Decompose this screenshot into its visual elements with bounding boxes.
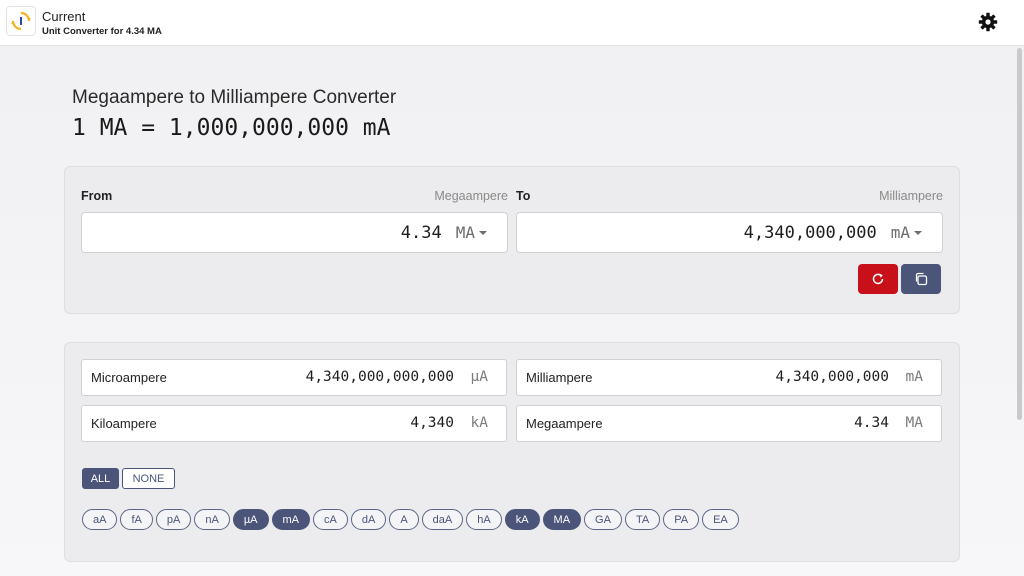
app-logo [6, 6, 36, 36]
result-row: Megaampere 4.34 MA [516, 405, 942, 442]
app-title: Current [42, 9, 86, 24]
result-row: Kiloampere 4,340 kA [81, 405, 507, 442]
unit-chip-cA[interactable]: cA [313, 509, 348, 530]
to-value[interactable]: 4,340,000,000 [744, 223, 877, 243]
result-unit: mA [905, 369, 923, 385]
unit-chip-mA[interactable]: mA [271, 509, 310, 530]
result-name: Milliampere [526, 370, 593, 385]
unit-chip-TA[interactable]: TA [624, 509, 661, 530]
from-unit-name: Megaampere [434, 189, 508, 203]
result-name: Microampere [91, 370, 167, 385]
result-value: 4,340,000,000,000 [305, 369, 454, 385]
conversion-formula: 1 MA = 1,000,000,000 mA [72, 115, 391, 141]
result-name: Megaampere [526, 416, 603, 431]
from-input[interactable]: 4.34 MA [81, 212, 508, 253]
result-value: 4,340,000,000 [775, 369, 890, 385]
result-unit: MA [905, 415, 923, 431]
result-row: Microampere 4,340,000,000,000 µA [81, 359, 507, 396]
result-unit: µA [470, 369, 488, 385]
unit-chip-kA[interactable]: kA [504, 509, 540, 530]
unit-chip-nA[interactable]: nA [194, 509, 230, 530]
settings-button[interactable] [976, 10, 1000, 34]
unit-chip-pA[interactable]: pA [155, 509, 192, 530]
unit-chip-hA[interactable]: hA [466, 509, 502, 530]
refresh-icon [872, 273, 884, 285]
to-input[interactable]: 4,340,000,000 mA [516, 212, 943, 253]
unit-chip-aA[interactable]: aA [82, 509, 118, 530]
unit-chip-list: aA fA pA nA µA mA cA dA A daA hA kA MA G… [82, 509, 739, 530]
unit-chip-daA[interactable]: daA [421, 509, 464, 530]
chevron-down-icon[interactable] [479, 230, 487, 235]
from-label: From [81, 189, 113, 203]
result-name: Kiloampere [91, 416, 157, 431]
result-value: 4,340 [410, 415, 454, 431]
title-bar: Current Unit Converter for 4.34 MA [0, 0, 1024, 46]
unit-chip-EA[interactable]: EA [702, 509, 739, 530]
to-unit-select[interactable]: mA [891, 223, 910, 242]
select-all-button[interactable]: ALL [82, 468, 119, 489]
gear-icon [978, 12, 998, 32]
chevron-down-icon[interactable] [914, 230, 922, 235]
result-row: Milliampere 4,340,000,000 mA [516, 359, 942, 396]
to-label: To [516, 189, 531, 203]
unit-chip-A[interactable]: A [389, 509, 419, 530]
from-unit-select[interactable]: MA [456, 223, 475, 242]
unit-chip-GA[interactable]: GA [584, 509, 622, 530]
from-value[interactable]: 4.34 [401, 223, 442, 243]
unit-chip-PA[interactable]: PA [663, 509, 700, 530]
unit-chip-uA[interactable]: µA [232, 509, 269, 530]
select-none-button[interactable]: NONE [122, 468, 175, 489]
copy-button[interactable] [901, 264, 941, 294]
copy-icon [915, 272, 928, 286]
result-unit: kA [470, 415, 488, 431]
app-subtitle: Unit Converter for 4.34 MA [42, 26, 162, 37]
unit-chip-MA[interactable]: MA [542, 509, 582, 530]
swap-button[interactable] [858, 264, 898, 294]
unit-chip-dA[interactable]: dA [350, 509, 387, 530]
page-title: Megaampere to Milliampere Converter [72, 87, 397, 108]
scrollbar[interactable] [1017, 48, 1022, 420]
to-unit-name: Milliampere [879, 189, 943, 203]
result-value: 4.34 [854, 415, 889, 431]
unit-chip-fA[interactable]: fA [120, 509, 153, 530]
